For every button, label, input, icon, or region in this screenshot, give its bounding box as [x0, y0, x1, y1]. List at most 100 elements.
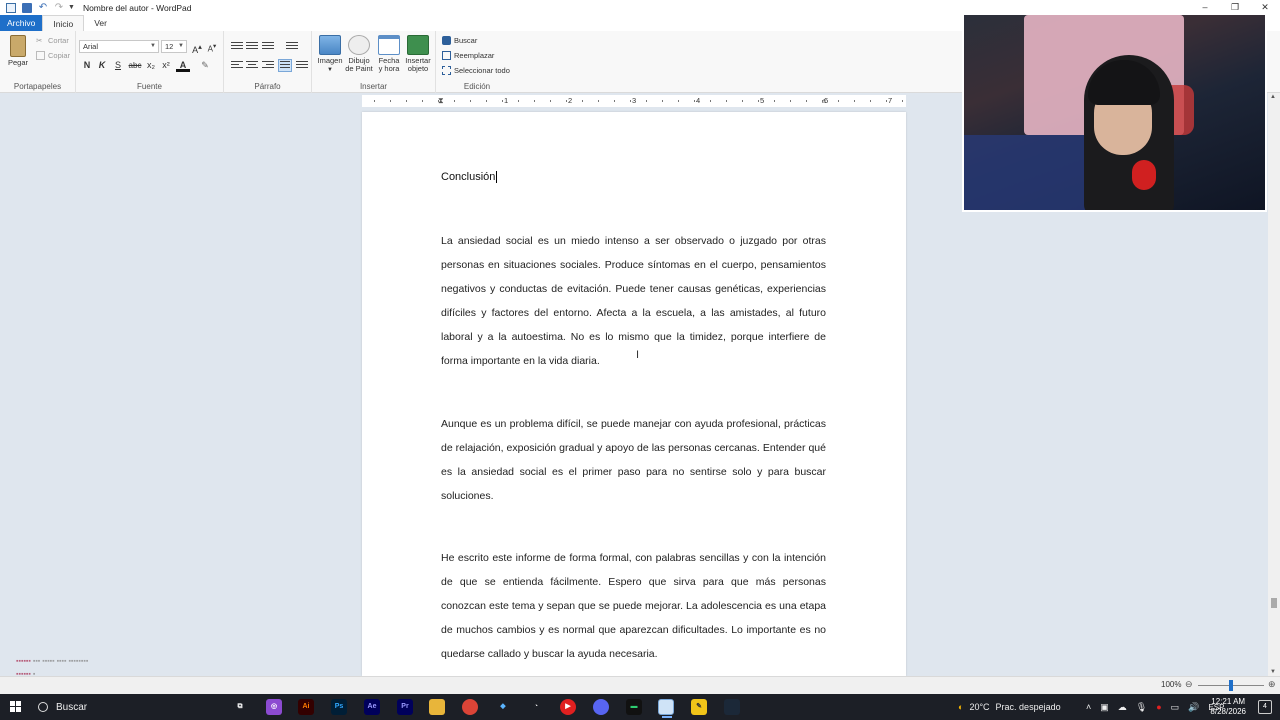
- font-size-select[interactable]: 12 ▼: [161, 40, 187, 53]
- bullet-list-icon[interactable]: [262, 42, 274, 52]
- network-icon[interactable]: ▭: [1171, 702, 1180, 713]
- file-explorer-icon[interactable]: [429, 699, 445, 715]
- taskbar-search[interactable]: Buscar: [32, 697, 222, 717]
- ruler-tick: [790, 100, 791, 102]
- replace-icon: [442, 51, 451, 60]
- ruler-tick: [646, 100, 647, 102]
- after-effects-icon[interactable]: Ae: [364, 699, 380, 715]
- illustrator-icon[interactable]: Ai: [298, 699, 314, 715]
- wordpad-app-icon[interactable]: [6, 2, 16, 13]
- zoom-slider-thumb[interactable]: [1229, 680, 1233, 691]
- clipboard-icon: [10, 35, 26, 57]
- replace-button[interactable]: Reemplazar: [442, 51, 494, 60]
- customize-quick-access-icon[interactable]: ▼: [68, 4, 75, 11]
- microphone-tray-icon[interactable]: 🎙: [1136, 702, 1147, 713]
- grow-font-icon[interactable]: A▴: [190, 40, 204, 55]
- photoshop-icon[interactable]: Ps: [331, 699, 347, 715]
- ruler-tick: [854, 100, 855, 102]
- app-icon-purple[interactable]: ◎: [266, 699, 282, 715]
- spiderman-tray-icon[interactable]: ●: [1156, 702, 1161, 712]
- chrome-icon[interactable]: [462, 699, 478, 715]
- notes-icon[interactable]: ✎: [691, 699, 707, 715]
- object-label-2: objeto: [407, 64, 429, 73]
- zoom-out-icon[interactable]: ⊖: [1185, 679, 1193, 690]
- paste-button[interactable]: Pegar: [6, 35, 30, 67]
- document-page[interactable]: Conclusión La ansiedad social es un mied…: [362, 112, 906, 676]
- ibeam-cursor-icon: I: [636, 349, 640, 361]
- ruler-tick: [502, 100, 503, 102]
- binoculars-icon: [442, 36, 451, 45]
- paragraph-3[interactable]: He escrito este informe de forma formal,…: [441, 546, 826, 666]
- increase-indent-icon[interactable]: [246, 42, 258, 52]
- steam-icon[interactable]: [724, 699, 740, 715]
- font-color-icon[interactable]: A: [176, 59, 190, 72]
- highlight-icon[interactable]: ✎: [198, 59, 212, 72]
- ruler-tick: [518, 100, 519, 102]
- app-icon-clock[interactable]: ◔: [528, 699, 544, 715]
- redo-icon[interactable]: ↷: [54, 2, 64, 13]
- scroll-down-icon[interactable]: ▼: [1270, 669, 1276, 675]
- ruler-tick: [614, 100, 615, 102]
- find-button[interactable]: Buscar: [442, 36, 477, 45]
- ruler-tick: [374, 100, 375, 102]
- cut-button[interactable]: ✂ Cortar: [36, 36, 69, 45]
- paint-drawing-button[interactable]: Dibujo de Paint: [344, 35, 374, 73]
- decrease-indent-icon[interactable]: [231, 42, 243, 52]
- ruler-tick: [742, 100, 743, 102]
- volume-icon[interactable]: 🔊: [1188, 702, 1199, 713]
- app-icon-diamond[interactable]: ◆: [495, 699, 511, 715]
- tab-file[interactable]: Archivo: [0, 15, 43, 31]
- scroll-up-icon[interactable]: ▲: [1270, 94, 1276, 100]
- subscript-button[interactable]: x₂: [144, 59, 158, 72]
- discord-icon[interactable]: [593, 699, 609, 715]
- chevron-down-icon: ▼: [178, 43, 184, 49]
- scrollbar-thumb[interactable]: [1271, 598, 1277, 608]
- paragraph-1[interactable]: La ansiedad social es un miedo intenso a…: [441, 229, 826, 373]
- date-time-button[interactable]: Fecha y hora: [375, 35, 403, 73]
- wordpad-taskbar-icon[interactable]: [658, 699, 674, 718]
- windows-start-icon[interactable]: [10, 701, 22, 713]
- calendar-icon: [378, 35, 400, 55]
- cloud-icon[interactable]: ☁: [1118, 702, 1127, 713]
- bold-button[interactable]: N: [80, 59, 94, 72]
- align-center-icon[interactable]: [246, 61, 258, 71]
- ruler-tick: [534, 100, 535, 102]
- vertical-scrollbar[interactable]: ▲ ▼: [1268, 93, 1280, 676]
- tab-home[interactable]: Inicio: [42, 15, 85, 31]
- strikethrough-button[interactable]: abc: [126, 59, 144, 72]
- font-family-select[interactable]: Arial ▼: [79, 40, 159, 53]
- premiere-icon[interactable]: Pr: [397, 699, 413, 715]
- align-right-icon[interactable]: [262, 61, 274, 71]
- ruler-tick: [598, 100, 599, 102]
- superscript-button[interactable]: x²: [159, 59, 173, 72]
- media-player-icon[interactable]: ▶: [560, 699, 576, 715]
- justify-icon[interactable]: [278, 59, 292, 72]
- undo-icon[interactable]: ↶: [38, 2, 48, 13]
- ruler[interactable]: ⧗ ▵ 1234567: [362, 95, 906, 107]
- chevron-up-icon[interactable]: ˄: [1086, 702, 1091, 712]
- ruler-tick: [694, 100, 695, 102]
- task-view-icon[interactable]: ⧉: [232, 699, 248, 715]
- shrink-font-icon[interactable]: A▾: [205, 40, 219, 54]
- insert-image-button[interactable]: Imagen ▼: [316, 35, 344, 74]
- insert-object-button[interactable]: Insertar objeto: [403, 35, 433, 73]
- align-left-icon[interactable]: [231, 61, 243, 71]
- weather-widget[interactable]: ◐ 20°C Prac. despejado: [958, 694, 1061, 720]
- select-all-button[interactable]: Seleccionar todo: [442, 66, 510, 75]
- clock[interactable]: 12:21 AM 8/28/2026: [1210, 697, 1246, 717]
- ruler-number: 7: [888, 96, 893, 105]
- tray-app-icon[interactable]: ▣: [1100, 702, 1109, 713]
- zoom-in-icon[interactable]: ⊕: [1268, 679, 1276, 690]
- paragraph-settings-icon[interactable]: [296, 61, 308, 71]
- tab-view[interactable]: Ver: [84, 15, 117, 31]
- paragraph-2[interactable]: Aunque es un problema difícil, se puede …: [441, 412, 826, 508]
- document-heading[interactable]: Conclusión: [441, 171, 498, 184]
- save-icon[interactable]: [22, 2, 32, 13]
- underline-button[interactable]: S: [111, 59, 125, 72]
- copy-button[interactable]: Copiar: [36, 51, 70, 60]
- notification-icon[interactable]: 4: [1258, 700, 1272, 714]
- terminal-icon[interactable]: ▬: [626, 699, 642, 715]
- ruler-tick: [822, 100, 823, 102]
- line-spacing-icon[interactable]: [286, 42, 298, 52]
- italic-button[interactable]: K: [95, 59, 109, 72]
